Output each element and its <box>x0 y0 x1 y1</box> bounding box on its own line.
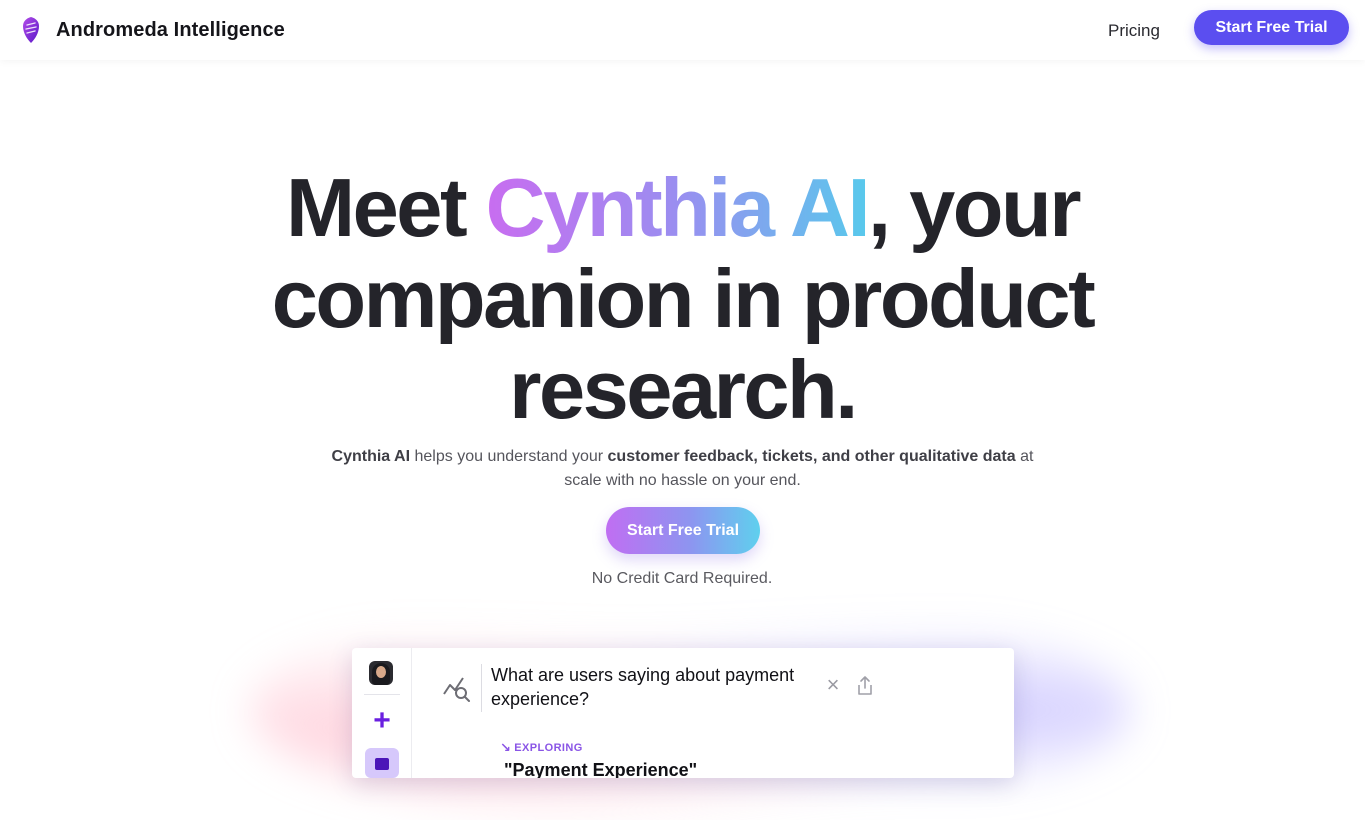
subtitle-bold-1: Cynthia AI <box>331 448 411 465</box>
preview-topic-title: "Payment Experience" <box>504 760 698 778</box>
arrow-down-right-icon: ↘ <box>500 740 512 755</box>
hero-title-highlight: Cynthia AI <box>485 161 871 254</box>
exploring-status: ↘ EXPLORING <box>500 740 583 756</box>
app-preview: + What are users saying about payment ex… <box>352 648 1014 778</box>
preview-sidebar: + <box>352 648 412 778</box>
avatar[interactable] <box>369 661 393 685</box>
question-separator <box>481 664 482 712</box>
close-icon[interactable]: × <box>824 674 842 696</box>
exploring-label: EXPLORING <box>514 742 583 754</box>
hero-title-part1: Meet <box>286 161 486 254</box>
hero-subtitle: Cynthia AI helps you understand your cus… <box>330 445 1035 493</box>
no-credit-card-note: No Credit Card Required. <box>591 570 773 587</box>
avatar-face <box>376 666 386 678</box>
header-start-trial-button[interactable]: Start Free Trial <box>1194 10 1349 45</box>
shield-logo-icon <box>23 17 39 43</box>
plus-icon[interactable]: + <box>370 706 394 736</box>
site-header: Andromeda Intelligence Pricing Start Fre… <box>0 0 1365 60</box>
sidebar-divider <box>364 694 400 695</box>
share-icon[interactable] <box>855 675 875 697</box>
subtitle-text-1: helps you understand your <box>410 448 608 465</box>
nav-pricing-link[interactable]: Pricing <box>1108 21 1160 41</box>
chat-icon <box>375 758 389 770</box>
brand-name: Andromeda Intelligence <box>56 18 285 41</box>
chat-button[interactable] <box>365 748 399 778</box>
subtitle-bold-2: customer feedback, tickets, and other qu… <box>607 448 1016 465</box>
trend-search-icon <box>443 677 470 702</box>
hero-start-trial-button[interactable]: Start Free Trial <box>606 507 760 554</box>
hero-title: Meet Cynthia AI, your companion in produ… <box>200 162 1165 435</box>
brand-link[interactable]: Andromeda Intelligence <box>20 16 285 44</box>
preview-question: What are users saying about payment expe… <box>491 665 795 709</box>
